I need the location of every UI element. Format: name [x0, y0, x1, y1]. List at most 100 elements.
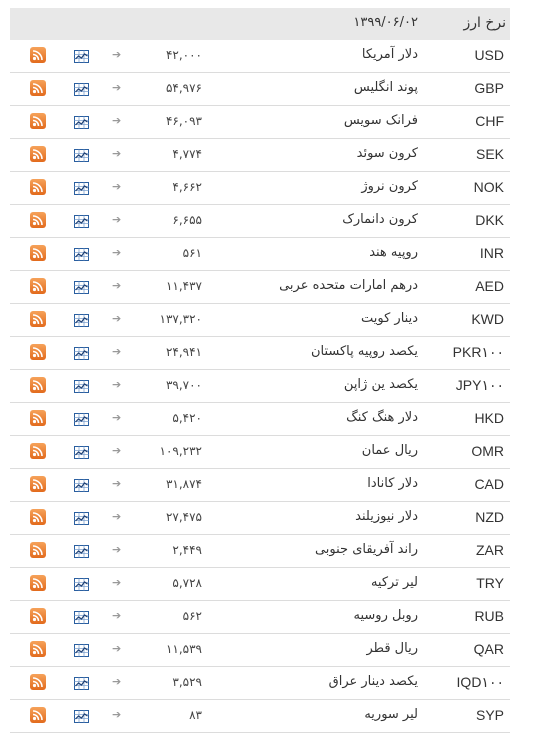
arrow-right-icon: ➔ [112, 609, 122, 622]
rss-feed-icon[interactable] [30, 674, 46, 690]
rss-feed-icon[interactable] [30, 542, 46, 558]
arrow-right-icon: ➔ [112, 213, 122, 226]
rate-value: ۵۶۱ [182, 246, 202, 260]
header-date: ۱۳۹۹/۰۶/۰۲ [353, 15, 418, 30]
currency-name: کرون دانمارک [342, 212, 418, 227]
rate-value: ۶,۶۵۵ [172, 213, 202, 227]
line-chart-icon[interactable] [74, 609, 89, 624]
currency-name: درهم امارات متحده عربی [279, 278, 418, 293]
currency-code: GBP [474, 80, 504, 96]
currency-code: PKR۱۰۰ [452, 344, 504, 360]
currency-name: دلار آمریکا [361, 47, 418, 62]
table-row: ➔ ۳۱,۸۷۴ دلار کانادا CAD [10, 469, 510, 502]
line-chart-icon[interactable] [74, 543, 89, 558]
rss-feed-icon[interactable] [30, 47, 46, 63]
line-chart-icon[interactable] [74, 213, 89, 228]
rss-feed-icon[interactable] [30, 410, 46, 426]
rate-value: ۴۲,۰۰۰ [165, 48, 202, 62]
rss-feed-icon[interactable] [30, 146, 46, 162]
rss-feed-icon[interactable] [30, 113, 46, 129]
currency-code: NZD [475, 509, 504, 525]
rss-feed-icon[interactable] [30, 641, 46, 657]
arrow-right-icon: ➔ [112, 180, 122, 193]
line-chart-icon[interactable] [74, 147, 89, 162]
table-row: ➔ ۱۰۹,۲۳۲ ریال عمان OMR [10, 436, 510, 469]
table-row: ➔ ۸۳ لیر سوریه SYP [10, 700, 510, 733]
currency-code: IQD۱۰۰ [456, 674, 504, 690]
rss-feed-icon[interactable] [30, 278, 46, 294]
arrow-right-icon: ➔ [112, 147, 122, 160]
table-row: ➔ ۴۶,۰۹۳ فرانک سویس CHF [10, 106, 510, 139]
rss-feed-icon[interactable] [30, 179, 46, 195]
table-row: ➔ ۴,۷۷۴ کرون سوئد SEK [10, 139, 510, 172]
arrow-right-icon: ➔ [112, 543, 122, 556]
arrow-right-icon: ➔ [112, 81, 122, 94]
line-chart-icon[interactable] [74, 675, 89, 690]
currency-code: RUB [474, 608, 504, 624]
line-chart-icon[interactable] [74, 477, 89, 492]
currency-code: HKD [474, 410, 504, 426]
line-chart-icon[interactable] [74, 378, 89, 393]
rate-value: ۵,۷۲۸ [172, 576, 202, 590]
rate-value: ۳۱,۸۷۴ [165, 477, 202, 491]
line-chart-icon[interactable] [74, 642, 89, 657]
currency-code: NOK [473, 179, 504, 195]
currency-code: OMR [471, 443, 504, 459]
rate-value: ۴,۶۶۲ [172, 180, 202, 194]
rss-feed-icon[interactable] [30, 80, 46, 96]
table-row: ➔ ۳۹,۷۰۰ یکصد ین ژاپن JPY۱۰۰ [10, 370, 510, 403]
currency-code: CHF [475, 113, 504, 129]
line-chart-icon[interactable] [74, 246, 89, 261]
arrow-right-icon: ➔ [112, 477, 122, 490]
currency-name: فرانک سویس [343, 113, 418, 128]
currency-code: ZAR [476, 542, 504, 558]
rss-feed-icon[interactable] [30, 575, 46, 591]
line-chart-icon[interactable] [74, 279, 89, 294]
arrow-right-icon: ➔ [112, 576, 122, 589]
rate-value: ۳,۵۲۹ [172, 675, 202, 689]
line-chart-icon[interactable] [74, 576, 89, 591]
line-chart-icon[interactable] [74, 48, 89, 63]
rss-feed-icon[interactable] [30, 212, 46, 228]
currency-code: SYP [475, 707, 504, 723]
rss-feed-icon[interactable] [30, 608, 46, 624]
table-row: ➔ ۵۶۱ روپیه هند INR [10, 238, 510, 271]
currency-code: SEK [475, 146, 504, 162]
table-row: ➔ ۳,۵۲۹ یکصد دینار عراق IQD۱۰۰ [10, 667, 510, 700]
rss-feed-icon[interactable] [30, 509, 46, 525]
currency-name: یکصد ین ژاپن [343, 377, 418, 392]
line-chart-icon[interactable] [74, 444, 89, 459]
arrow-right-icon: ➔ [112, 312, 122, 325]
rss-feed-icon[interactable] [30, 245, 46, 261]
rate-value: ۳۹,۷۰۰ [165, 378, 202, 392]
currency-name: یکصد روپیه پاکستان [310, 344, 418, 359]
rss-feed-icon[interactable] [30, 311, 46, 327]
table-row: ➔ ۵۶۲ روبل روسیه RUB [10, 601, 510, 634]
table-row: ➔ ۱۱,۵۳۹ ریال قطر QAR [10, 634, 510, 667]
currency-code: CAD [474, 476, 504, 492]
line-chart-icon[interactable] [74, 114, 89, 129]
line-chart-icon[interactable] [74, 180, 89, 195]
rate-value: ۲,۴۴۹ [172, 543, 202, 557]
rate-value: ۵۴,۹۷۶ [165, 81, 202, 95]
table-row: ➔ ۲۷,۴۷۵ دلار نیوزیلند NZD [10, 502, 510, 535]
line-chart-icon[interactable] [74, 411, 89, 426]
rss-feed-icon[interactable] [30, 707, 46, 723]
currency-name: ریال عمان [361, 443, 418, 458]
rss-feed-icon[interactable] [30, 476, 46, 492]
rss-feed-icon[interactable] [30, 443, 46, 459]
line-chart-icon[interactable] [74, 345, 89, 360]
table-row: ➔ ۶,۶۵۵ کرون دانمارک DKK [10, 205, 510, 238]
currency-name: کرون نروژ [361, 179, 418, 194]
rss-feed-icon[interactable] [30, 377, 46, 393]
line-chart-icon[interactable] [74, 510, 89, 525]
line-chart-icon[interactable] [74, 708, 89, 723]
arrow-right-icon: ➔ [112, 675, 122, 688]
currency-code: TRY [476, 575, 504, 591]
currency-name: کرون سوئد [356, 146, 418, 161]
line-chart-icon[interactable] [74, 312, 89, 327]
rate-value: ۲۷,۴۷۵ [165, 510, 202, 524]
rss-feed-icon[interactable] [30, 344, 46, 360]
line-chart-icon[interactable] [74, 81, 89, 96]
currency-name: دلار نیوزیلند [355, 509, 418, 524]
